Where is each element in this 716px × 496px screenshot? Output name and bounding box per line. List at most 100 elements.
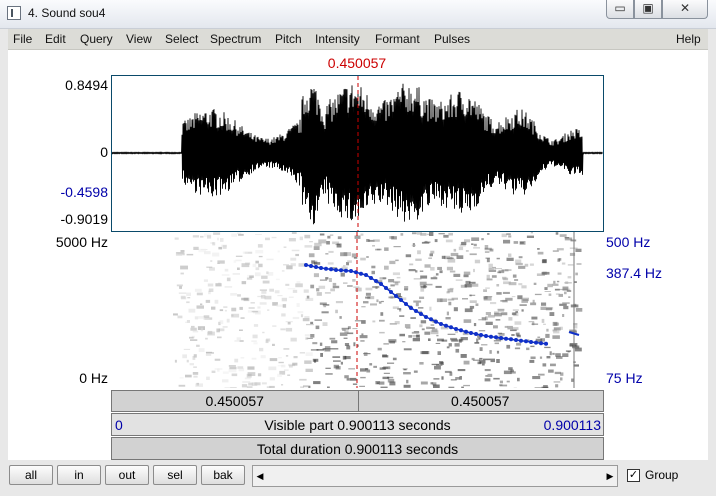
spectrogram-texture bbox=[261, 290, 267, 294]
spectrogram-texture bbox=[434, 239, 438, 243]
zoom-all-button[interactable]: all bbox=[9, 465, 53, 485]
zoom-in-button[interactable]: in bbox=[57, 465, 101, 485]
zoom-back-button[interactable]: bak bbox=[201, 465, 245, 485]
spectrogram-texture bbox=[514, 347, 521, 350]
menu-formant[interactable]: Formant bbox=[375, 32, 420, 46]
pitch-point bbox=[484, 334, 488, 338]
menu-intensity[interactable]: Intensity bbox=[315, 32, 360, 46]
time-scrollbar[interactable]: ◀ ▶ bbox=[252, 465, 618, 487]
spectrogram-texture bbox=[336, 243, 342, 248]
spectrogram-texture bbox=[556, 248, 564, 251]
spectrogram-texture bbox=[342, 355, 347, 360]
spectrogram-texture bbox=[353, 342, 356, 347]
spectrogram-texture bbox=[214, 368, 223, 370]
spectrogram-texture bbox=[473, 323, 477, 327]
spectrogram-texture bbox=[396, 276, 401, 279]
spectrogram-texture bbox=[257, 373, 262, 377]
spectrogram-texture bbox=[277, 250, 280, 253]
spectrogram-texture bbox=[562, 314, 565, 317]
spectrogram-texture bbox=[446, 266, 453, 271]
menu-help[interactable]: Help bbox=[676, 32, 701, 46]
spectrogram-texture bbox=[424, 331, 431, 335]
menu-pulses[interactable]: Pulses bbox=[434, 32, 470, 46]
spectrogram-texture bbox=[210, 260, 213, 262]
spectrogram-texture bbox=[376, 248, 382, 251]
spectrogram-texture bbox=[564, 237, 570, 239]
left-segment-duration[interactable]: 0.450057 bbox=[112, 393, 358, 409]
spectrogram-texture bbox=[258, 263, 263, 268]
waveform-view[interactable] bbox=[111, 75, 604, 232]
close-button[interactable]: ✕ bbox=[662, 0, 708, 19]
maximize-button[interactable]: ▣ bbox=[634, 0, 662, 19]
zoom-selection-button[interactable]: sel bbox=[153, 465, 197, 485]
pitch-point bbox=[499, 336, 503, 340]
spectrogram-texture bbox=[376, 299, 379, 303]
menu-view[interactable]: View bbox=[126, 32, 152, 46]
spectrogram-texture bbox=[176, 284, 183, 287]
spectrogram-texture bbox=[353, 286, 360, 288]
spectrogram-texture bbox=[365, 292, 371, 296]
right-segment-duration[interactable]: 0.450057 bbox=[358, 393, 604, 409]
spectrogram-texture bbox=[463, 274, 469, 278]
spectrogram-texture bbox=[381, 300, 384, 303]
zoom-out-button[interactable]: out bbox=[105, 465, 149, 485]
spectrogram-texture bbox=[359, 385, 365, 387]
spectrogram-texture bbox=[411, 244, 416, 247]
minimize-button[interactable]: ▭ bbox=[606, 0, 634, 19]
spectrogram-texture bbox=[370, 303, 377, 306]
spectrogram-texture bbox=[484, 247, 492, 251]
spectrogram-texture bbox=[251, 310, 258, 313]
pitch-point bbox=[529, 340, 533, 344]
spectrogram-texture bbox=[490, 358, 495, 363]
spectrogram-texture bbox=[322, 322, 328, 326]
spectrogram-texture bbox=[433, 378, 440, 380]
menu-file[interactable]: File bbox=[13, 32, 32, 46]
menu-select[interactable]: Select bbox=[165, 32, 198, 46]
spectrogram-texture bbox=[340, 272, 345, 277]
spectrogram-texture bbox=[405, 254, 412, 258]
spectrogram-texture bbox=[278, 357, 282, 359]
group-checkbox[interactable]: ✓ bbox=[627, 469, 640, 482]
spectrogram-texture bbox=[214, 358, 221, 361]
selection-time-bar[interactable]: 0.450057 0.450057 bbox=[111, 390, 604, 412]
scroll-right-icon[interactable]: ▶ bbox=[603, 466, 617, 486]
spectrogram-texture bbox=[571, 378, 574, 382]
spectrogram-view[interactable] bbox=[111, 232, 604, 388]
spectrogram-texture bbox=[287, 322, 291, 325]
menu-spectrum[interactable]: Spectrum bbox=[210, 32, 261, 46]
spectrogram-texture bbox=[508, 235, 512, 238]
spectrogram-texture bbox=[372, 320, 376, 323]
spectrogram-texture bbox=[543, 323, 546, 325]
spectrogram-texture bbox=[532, 299, 535, 303]
spectrogram-texture bbox=[217, 237, 219, 241]
spectrogram-texture bbox=[281, 313, 286, 317]
spectrogram-texture bbox=[214, 299, 219, 304]
spectrogram-texture bbox=[389, 341, 395, 344]
pitch-point bbox=[424, 315, 428, 319]
spectrogram-texture bbox=[379, 277, 386, 280]
spectrogram-texture bbox=[420, 351, 429, 355]
title-bar: 4. Sound sou4 ▭ ▣ ✕ bbox=[0, 0, 716, 29]
spectrogram-texture bbox=[539, 356, 543, 359]
visible-part-bar[interactable]: 0 Visible part 0.900113 seconds 0.900113 bbox=[111, 413, 604, 436]
spectrogram-texture bbox=[179, 286, 182, 289]
scroll-left-icon[interactable]: ◀ bbox=[253, 466, 267, 486]
spectrogram-texture bbox=[485, 287, 490, 289]
pitch-point bbox=[324, 266, 328, 271]
spectrogram-texture bbox=[460, 242, 467, 246]
spectrogram-texture bbox=[524, 263, 529, 267]
spectrogram-texture bbox=[255, 250, 264, 254]
spectrogram-texture bbox=[203, 315, 210, 318]
spectrogram-texture bbox=[484, 369, 491, 372]
spectrogram-texture bbox=[435, 273, 439, 276]
spectrogram-texture bbox=[335, 301, 343, 304]
spectrogram-texture bbox=[203, 318, 210, 320]
menu-query[interactable]: Query bbox=[80, 32, 113, 46]
spectrogram-texture bbox=[438, 233, 445, 235]
menu-pitch[interactable]: Pitch bbox=[275, 32, 302, 46]
spectrogram-texture bbox=[237, 294, 241, 297]
spectrogram-texture bbox=[211, 370, 216, 373]
total-duration-bar[interactable]: Total duration 0.900113 seconds bbox=[111, 437, 604, 460]
menu-edit[interactable]: Edit bbox=[45, 32, 66, 46]
spectrogram-texture bbox=[463, 319, 472, 323]
